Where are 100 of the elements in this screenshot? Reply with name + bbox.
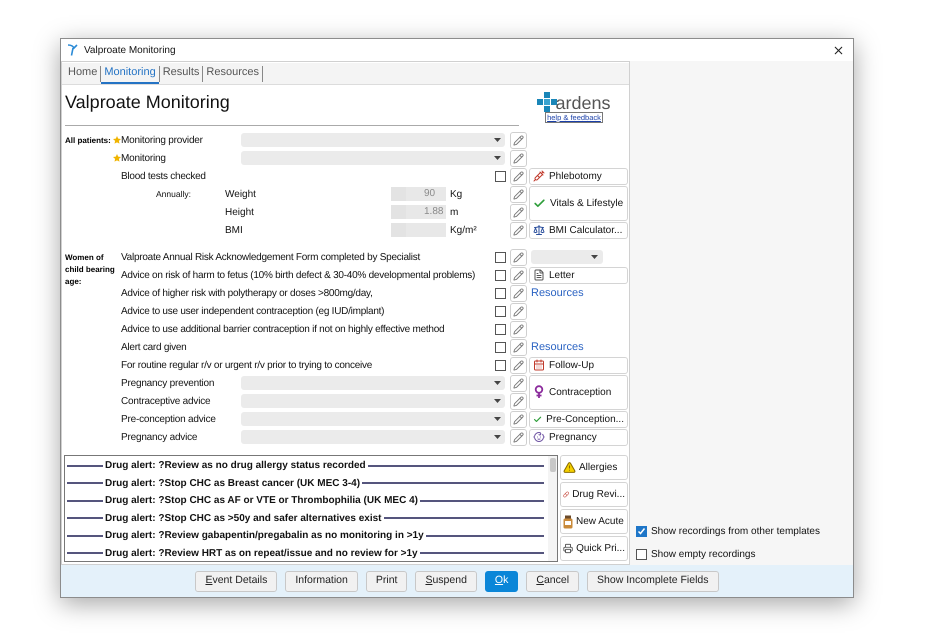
dialog-button[interactable]: Event Details (195, 570, 278, 592)
dropdown-field[interactable] (241, 394, 505, 408)
dropdown-field[interactable] (241, 133, 505, 147)
checkbox[interactable] (494, 324, 506, 334)
section-label: Women of child bearing age: (65, 252, 115, 288)
app-logo-icon (67, 44, 78, 56)
dropdown-field[interactable] (531, 250, 603, 264)
field-label: Advice to use user independent contraception (eg IUD/implant) (121, 304, 384, 318)
edit-button[interactable] (510, 320, 527, 338)
field-label: Pregnancy prevention (121, 376, 214, 390)
document-icon (533, 269, 545, 281)
dropdown-field[interactable] (241, 430, 505, 444)
option-label: Show recordings from other templates (651, 525, 820, 539)
dropdown-field[interactable] (241, 412, 505, 426)
edit-button[interactable] (510, 302, 527, 320)
shortcut-button[interactable]: Follow-Up (529, 356, 628, 374)
dropdown-caret-icon (494, 156, 501, 160)
pencil-icon (513, 432, 524, 442)
dialog-button[interactable]: Cancel (526, 570, 580, 592)
field-label: Blood tests checked (121, 170, 206, 184)
field-label: Weight (225, 188, 257, 202)
pencil-icon (513, 206, 524, 218)
dropdown-caret-icon (494, 399, 501, 403)
shortcut-button[interactable]: Phlebotomy (529, 168, 628, 184)
female-symbol-icon (533, 385, 545, 399)
page-title: Valproate Monitoring (65, 92, 230, 112)
tab[interactable]: Home (65, 63, 100, 84)
field-label: Monitoring provider (121, 134, 203, 148)
shortcut-button[interactable]: Pre-Conception... (529, 410, 628, 428)
edit-button[interactable] (510, 410, 527, 428)
close-icon (832, 44, 844, 56)
field-label: Pre-conception advice (121, 412, 216, 426)
pencil-icon (513, 378, 524, 388)
dropdown-field[interactable] (241, 376, 505, 390)
edit-button[interactable] (510, 338, 527, 356)
field-label: Valproate Annual Risk Acknowledgement Form completed by Specialist (121, 250, 420, 264)
edit-button[interactable] (510, 222, 527, 238)
pencil-icon (513, 270, 524, 280)
shortcut-button[interactable]: Pregnancy (529, 428, 628, 446)
shortcut-button[interactable]: BMI Calculator... (529, 222, 628, 238)
edit-button[interactable] (510, 266, 527, 284)
edit-button[interactable] (510, 284, 527, 302)
tab[interactable]: Results (160, 63, 202, 84)
scale-icon (533, 224, 545, 236)
action-button[interactable]: New Acute (560, 509, 628, 534)
pencil-icon (513, 414, 524, 424)
value-field[interactable] (391, 223, 446, 237)
shortcut-button[interactable]: Letter (529, 266, 628, 284)
dialog-button[interactable]: Print (366, 570, 408, 592)
pencil-icon (513, 306, 524, 316)
checkbox[interactable] (494, 360, 506, 370)
pencil-icon (513, 224, 524, 236)
edit-button[interactable] (510, 374, 527, 392)
edit-button[interactable] (510, 356, 527, 374)
syringe-icon (533, 170, 545, 182)
bottle-icon (563, 514, 573, 528)
field-label: Monitoring (121, 152, 166, 166)
edit-button[interactable] (510, 168, 527, 184)
checkbox[interactable] (494, 306, 506, 316)
dropdown-field[interactable] (241, 151, 505, 165)
checkbox[interactable] (636, 549, 647, 560)
checkbox[interactable] (494, 288, 506, 298)
action-button[interactable]: Allergies (560, 455, 628, 480)
pencil-icon (513, 152, 524, 164)
printer-icon (563, 542, 574, 555)
dialog-button[interactable]: Ok (484, 570, 518, 592)
alert-text: Drug alert: ?Stop CHC as AF or VTE or Thrombophilia (UK MEC 4) (104, 494, 419, 508)
dialog-button[interactable]: Show Incomplete Fields (587, 570, 719, 592)
edit-button[interactable] (510, 392, 527, 410)
dropdown-caret-icon (494, 435, 501, 439)
edit-button[interactable] (510, 132, 527, 148)
alert-text: Drug alert: ?Review HRT as on repeat/issue and no review for >1y (104, 546, 419, 561)
shortcut-button[interactable]: Vitals & Lifestyle (529, 186, 628, 220)
pencil-icon (513, 324, 524, 334)
pencil-icon (513, 134, 524, 146)
scrollbar-thumb[interactable] (550, 458, 556, 472)
edit-button[interactable] (510, 428, 527, 446)
checkbox[interactable] (494, 270, 506, 280)
unit-label: Kg/m² (450, 224, 477, 238)
dropdown-caret-icon (591, 255, 598, 259)
edit-button[interactable] (510, 186, 527, 202)
resources-link[interactable]: Resources (529, 284, 584, 302)
checkbox[interactable] (494, 342, 506, 352)
checkbox[interactable] (494, 170, 506, 182)
checkbox[interactable] (494, 252, 506, 262)
edit-button[interactable] (510, 150, 527, 166)
edit-button[interactable] (510, 248, 527, 266)
action-button[interactable]: Drug Revi... (560, 482, 628, 507)
action-button[interactable]: Quick Pri... (560, 536, 628, 561)
edit-button[interactable] (510, 204, 527, 220)
checkbox[interactable] (636, 526, 647, 537)
alert-text: Drug alert: ?Stop CHC as Breast cancer (UK MEC 3-4) (104, 476, 362, 491)
field-label: Advice on risk of harm to fetus (10% birth defect & 30-40% developmental problems) (121, 268, 476, 282)
dropdown-caret-icon (494, 417, 501, 421)
resources-link[interactable]: Resources (529, 338, 584, 356)
tab[interactable]: Resources (203, 63, 262, 84)
dialog-button[interactable]: Suspend (415, 570, 477, 592)
field-label: Alert card given (121, 340, 186, 354)
shortcut-button[interactable]: Contraception (529, 374, 628, 410)
dialog-button[interactable]: Information (285, 570, 358, 592)
